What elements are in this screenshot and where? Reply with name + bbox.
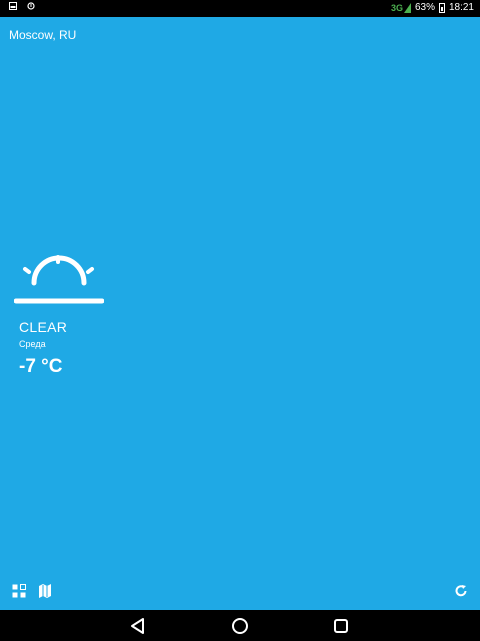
bottom-tool-group xyxy=(12,584,52,598)
signal-indicator: 3G xyxy=(390,2,411,13)
status-left xyxy=(9,2,35,13)
location-label: Moscow, RU xyxy=(9,28,77,42)
recent-apps-icon[interactable] xyxy=(331,616,351,636)
battery-icon xyxy=(438,2,445,13)
notification-icon xyxy=(27,2,35,13)
status-right: 3G 63% 18:21 xyxy=(391,2,474,13)
network-type: 3G xyxy=(390,2,403,13)
grid-icon[interactable] xyxy=(12,584,26,598)
image-icon xyxy=(9,2,17,13)
home-icon[interactable] xyxy=(230,616,250,636)
weather-app: Moscow, RU CLEAR Среда -7 °C xyxy=(0,17,480,610)
weekday-label: Среда xyxy=(19,339,46,349)
navigation-bar xyxy=(0,610,480,641)
weather-condition: CLEAR xyxy=(19,319,68,335)
temperature-value: -7 °C xyxy=(19,356,63,377)
refresh-icon[interactable] xyxy=(454,584,468,598)
map-icon[interactable] xyxy=(38,584,52,598)
signal-icon xyxy=(403,2,411,13)
battery-percent: 63% xyxy=(414,2,435,13)
clock: 18:21 xyxy=(448,2,474,13)
status-bar: 3G 63% 18:21 xyxy=(0,0,480,17)
sun-rising-icon xyxy=(13,254,105,306)
back-icon[interactable] xyxy=(128,616,148,636)
